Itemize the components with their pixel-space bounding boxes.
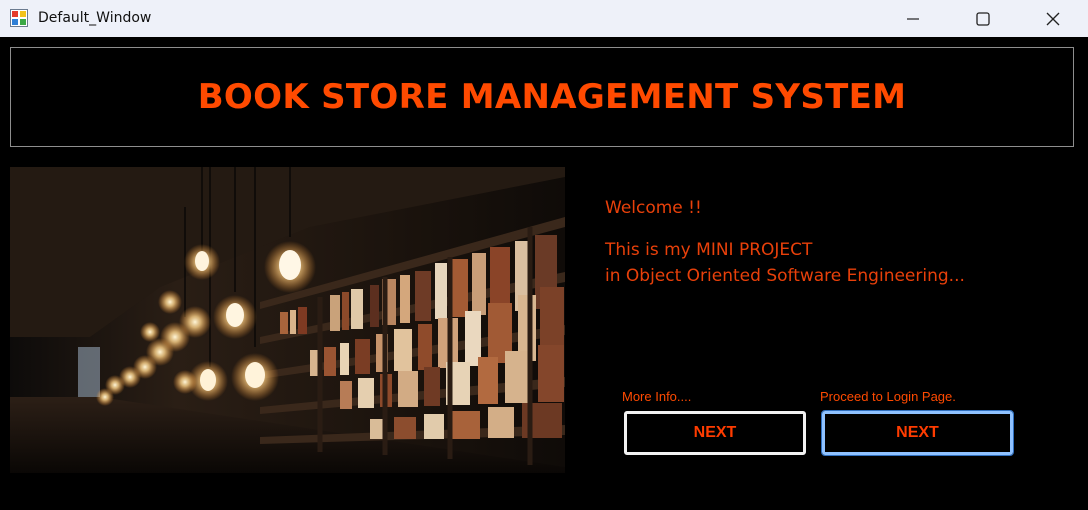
minimize-button[interactable] [890,0,936,37]
welcome-text-block: Welcome !! This is my MINI PROJECT in Ob… [605,195,965,289]
more-info-caption: More Info.... [622,389,692,404]
login-next-button[interactable]: NEXT [821,410,1014,456]
app-heading: BOOK STORE MANAGEMENT SYSTEM [197,77,907,117]
maximize-icon [976,11,990,26]
more-info-next-button[interactable]: NEXT [624,411,806,455]
login-caption: Proceed to Login Page. [820,389,956,404]
app-window-icon [10,9,28,27]
close-icon [1046,12,1060,25]
header-panel: BOOK STORE MANAGEMENT SYSTEM [10,47,1074,147]
title-bar[interactable]: Default_Window [0,0,1088,37]
window-client-area: BOOK STORE MANAGEMENT SYSTEM Welcome !! … [0,37,1088,510]
project-description-line1: This is my MINI PROJECT [605,240,813,260]
minimize-icon [907,17,919,20]
maximize-button[interactable] [960,0,1006,37]
welcome-heading: Welcome !! [605,198,702,218]
close-button[interactable] [1030,0,1076,37]
library-bookshelves-photo [10,167,565,473]
window-title: Default_Window [38,10,152,26]
project-description-line2: in Object Oriented Software Engineering.… [605,266,965,286]
library-image [10,167,565,473]
